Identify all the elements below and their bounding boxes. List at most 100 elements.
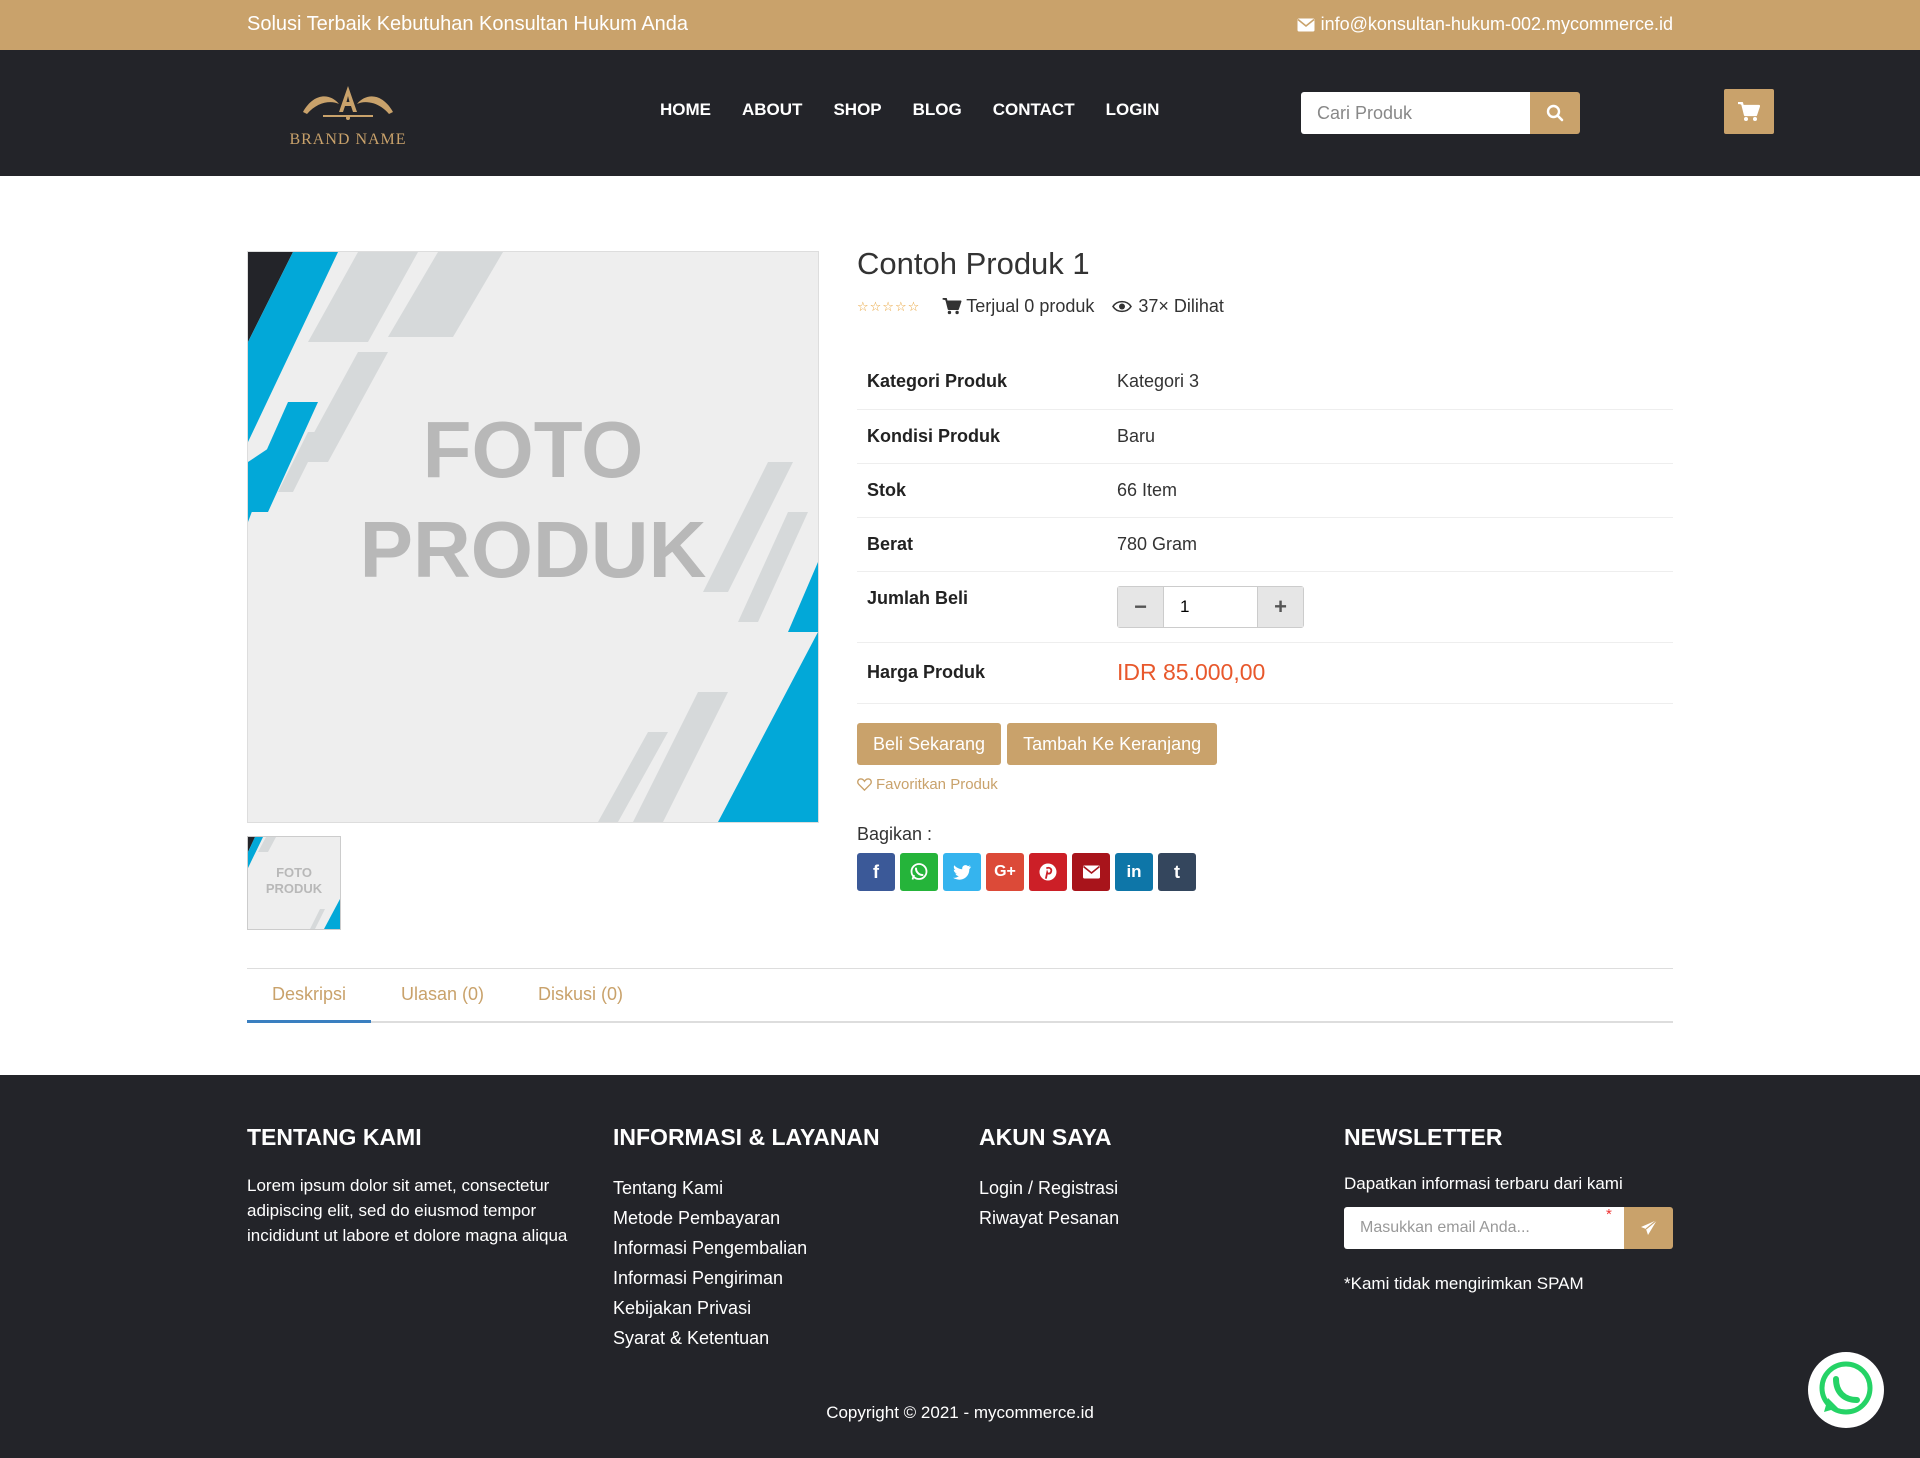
footer-link-login-registrasi[interactable]: Login / Registrasi bbox=[979, 1173, 1279, 1203]
tab-diskusi[interactable]: Diskusi (0) bbox=[513, 969, 648, 1021]
contact-email-text: info@konsultan-hukum-002.mycommerce.id bbox=[1320, 14, 1673, 34]
tab-deskripsi[interactable]: Deskripsi bbox=[247, 969, 372, 1023]
sold-count: Terjual 0 produk bbox=[942, 296, 1094, 317]
product-info: Contoh Produk 1 ☆☆☆☆☆ Terjual 0 produk 3… bbox=[857, 246, 1673, 317]
paper-plane-icon bbox=[1640, 1219, 1657, 1235]
nav-blog[interactable]: BLOG bbox=[913, 100, 962, 120]
share-tumblr-button[interactable]: t bbox=[1158, 853, 1196, 891]
footer-link-syarat-ketentuan[interactable]: Syarat & Ketentuan bbox=[613, 1323, 933, 1353]
newsletter-form bbox=[1344, 1207, 1674, 1249]
spec-label: Stok bbox=[857, 463, 1107, 518]
spec-row: Stok 66 Item bbox=[857, 463, 1673, 518]
product-thumbnail-image: FOTO PRODUK bbox=[248, 837, 340, 929]
footer-link-kebijakan-privasi[interactable]: Kebijakan Privasi bbox=[613, 1293, 933, 1323]
cart-button[interactable] bbox=[1724, 89, 1774, 134]
share-pinterest-button[interactable] bbox=[1029, 853, 1067, 891]
footer-link-riwayat-pesanan[interactable]: Riwayat Pesanan bbox=[979, 1203, 1279, 1233]
site-header: BRAND NAME HOME ABOUT SHOP BLOG CONTACT … bbox=[0, 50, 1920, 176]
whatsapp-float-button[interactable] bbox=[1808, 1352, 1884, 1428]
whatsapp-icon bbox=[910, 863, 928, 880]
footer-about-text: Lorem ipsum dolor sit amet, consectetur … bbox=[247, 1176, 568, 1245]
twitter-icon bbox=[953, 864, 971, 880]
share-google-plus-button[interactable]: G+ bbox=[986, 853, 1024, 891]
quantity-stepper: − + bbox=[1117, 585, 1304, 628]
product-title: Contoh Produk 1 bbox=[857, 246, 1090, 281]
spec-label: Kondisi Produk bbox=[857, 409, 1107, 464]
email-icon bbox=[1082, 865, 1100, 879]
spec-value: Kategori 3 bbox=[1107, 355, 1673, 410]
facebook-icon: f bbox=[873, 861, 879, 882]
product-price: IDR 85.000,00 bbox=[1107, 642, 1673, 704]
footer-info: INFORMASI & LAYANAN Tentang Kami Metode … bbox=[613, 1124, 933, 1353]
views-text: 37× Dilihat bbox=[1138, 296, 1224, 316]
product-specs-table: Kategori Produk Kategori 3 Kondisi Produ… bbox=[857, 355, 1673, 704]
share-whatsapp-button[interactable] bbox=[900, 853, 938, 891]
search-button[interactable] bbox=[1530, 92, 1580, 134]
quantity-increase-button[interactable]: + bbox=[1258, 586, 1303, 627]
tagline: Solusi Terbaik Kebutuhan Konsultan Hukum… bbox=[247, 13, 689, 35]
brand-logo[interactable]: BRAND NAME bbox=[288, 82, 408, 148]
quantity-row: Jumlah Beli − + bbox=[857, 571, 1673, 643]
favorite-text: Favoritkan Produk bbox=[876, 776, 998, 793]
footer-link-informasi-pengiriman[interactable]: Informasi Pengiriman bbox=[613, 1263, 933, 1293]
placeholder-text-line2: PRODUK bbox=[360, 505, 707, 594]
placeholder-text-line1: FOTO bbox=[423, 405, 644, 494]
product-thumbnail[interactable]: FOTO PRODUK bbox=[247, 836, 341, 930]
envelope-icon bbox=[1297, 18, 1315, 31]
purchase-actions: Beli Sekarang Tambah Ke Keranjang bbox=[857, 723, 1218, 765]
share-email-button[interactable] bbox=[1072, 853, 1110, 891]
footer-about-title: TENTANG KAMI bbox=[247, 1124, 422, 1150]
spec-label: Kategori Produk bbox=[857, 355, 1107, 410]
contact-email[interactable]: info@konsultan-hukum-002.mycommerce.id bbox=[1297, 14, 1673, 35]
nav-home[interactable]: HOME bbox=[660, 100, 711, 120]
footer-newsletter-title: NEWSLETTER bbox=[1344, 1124, 1503, 1150]
heart-icon bbox=[857, 778, 872, 791]
nav-contact[interactable]: CONTACT bbox=[993, 100, 1075, 120]
main-nav: HOME ABOUT SHOP BLOG CONTACT LOGIN bbox=[660, 100, 1159, 120]
product-placeholder-image: FOTO PRODUK bbox=[248, 252, 818, 822]
nav-login[interactable]: LOGIN bbox=[1106, 100, 1160, 120]
tumblr-icon: t bbox=[1174, 861, 1180, 882]
spec-row: Berat 780 Gram bbox=[857, 517, 1673, 572]
add-to-cart-button[interactable]: Tambah Ke Keranjang bbox=[1007, 723, 1218, 765]
footer-info-title: INFORMASI & LAYANAN bbox=[613, 1124, 880, 1150]
spec-value: 66 Item bbox=[1107, 463, 1673, 518]
footer-link-informasi-pengembalian[interactable]: Informasi Pengembalian bbox=[613, 1233, 933, 1263]
nav-shop[interactable]: SHOP bbox=[833, 100, 881, 120]
price-label: Harga Produk bbox=[857, 642, 1107, 704]
top-bar: Solusi Terbaik Kebutuhan Konsultan Hukum… bbox=[0, 0, 1920, 50]
footer-account: AKUN SAYA Login / Registrasi Riwayat Pes… bbox=[979, 1124, 1279, 1233]
footer-newsletter: NEWSLETTER Dapatkan informasi terbaru da… bbox=[1344, 1124, 1674, 1296]
rating-stars: ☆☆☆☆☆ bbox=[857, 298, 921, 314]
newsletter-submit-button[interactable] bbox=[1624, 1207, 1673, 1249]
required-asterisk: * bbox=[1606, 1206, 1612, 1223]
share-label: Bagikan : bbox=[857, 824, 933, 844]
quantity-decrease-button[interactable]: − bbox=[1118, 586, 1163, 627]
spam-note: *Kami tidak mengirimkan SPAM bbox=[1344, 1274, 1584, 1293]
share-twitter-button[interactable] bbox=[943, 853, 981, 891]
quantity-input[interactable] bbox=[1163, 586, 1258, 627]
view-count: 37× Dilihat bbox=[1112, 296, 1224, 317]
newsletter-email-input[interactable] bbox=[1344, 1207, 1624, 1249]
nav-about[interactable]: ABOUT bbox=[742, 100, 802, 120]
product-meta: ☆☆☆☆☆ Terjual 0 produk 37× Dilihat bbox=[857, 296, 1673, 317]
thumbnail-text-line2: PRODUK bbox=[266, 881, 323, 896]
cart-small-icon bbox=[942, 298, 962, 315]
favorite-link[interactable]: Favoritkan Produk bbox=[857, 776, 998, 793]
logo-emblem-icon bbox=[303, 86, 393, 120]
search-icon bbox=[1546, 104, 1564, 122]
share-facebook-button[interactable]: f bbox=[857, 853, 895, 891]
quantity-label: Jumlah Beli bbox=[857, 571, 1107, 643]
product-main-image[interactable]: FOTO PRODUK bbox=[247, 251, 819, 823]
spec-value: Baru bbox=[1107, 409, 1673, 464]
share-linkedin-button[interactable]: in bbox=[1115, 853, 1153, 891]
product-tabs: Deskripsi Ulasan (0) Diskusi (0) bbox=[247, 969, 1673, 1023]
thumbnail-text-line1: FOTO bbox=[276, 865, 312, 880]
buy-now-button[interactable]: Beli Sekarang bbox=[857, 723, 1002, 765]
footer-link-metode-pembayaran[interactable]: Metode Pembayaran bbox=[613, 1203, 933, 1233]
tab-ulasan[interactable]: Ulasan (0) bbox=[376, 969, 509, 1021]
whatsapp-float-icon bbox=[1816, 1358, 1876, 1418]
copyright: Copyright © 2021 - mycommerce.id bbox=[826, 1403, 1094, 1422]
footer-link-tentang-kami[interactable]: Tentang Kami bbox=[613, 1173, 933, 1203]
search-input[interactable] bbox=[1301, 92, 1530, 134]
